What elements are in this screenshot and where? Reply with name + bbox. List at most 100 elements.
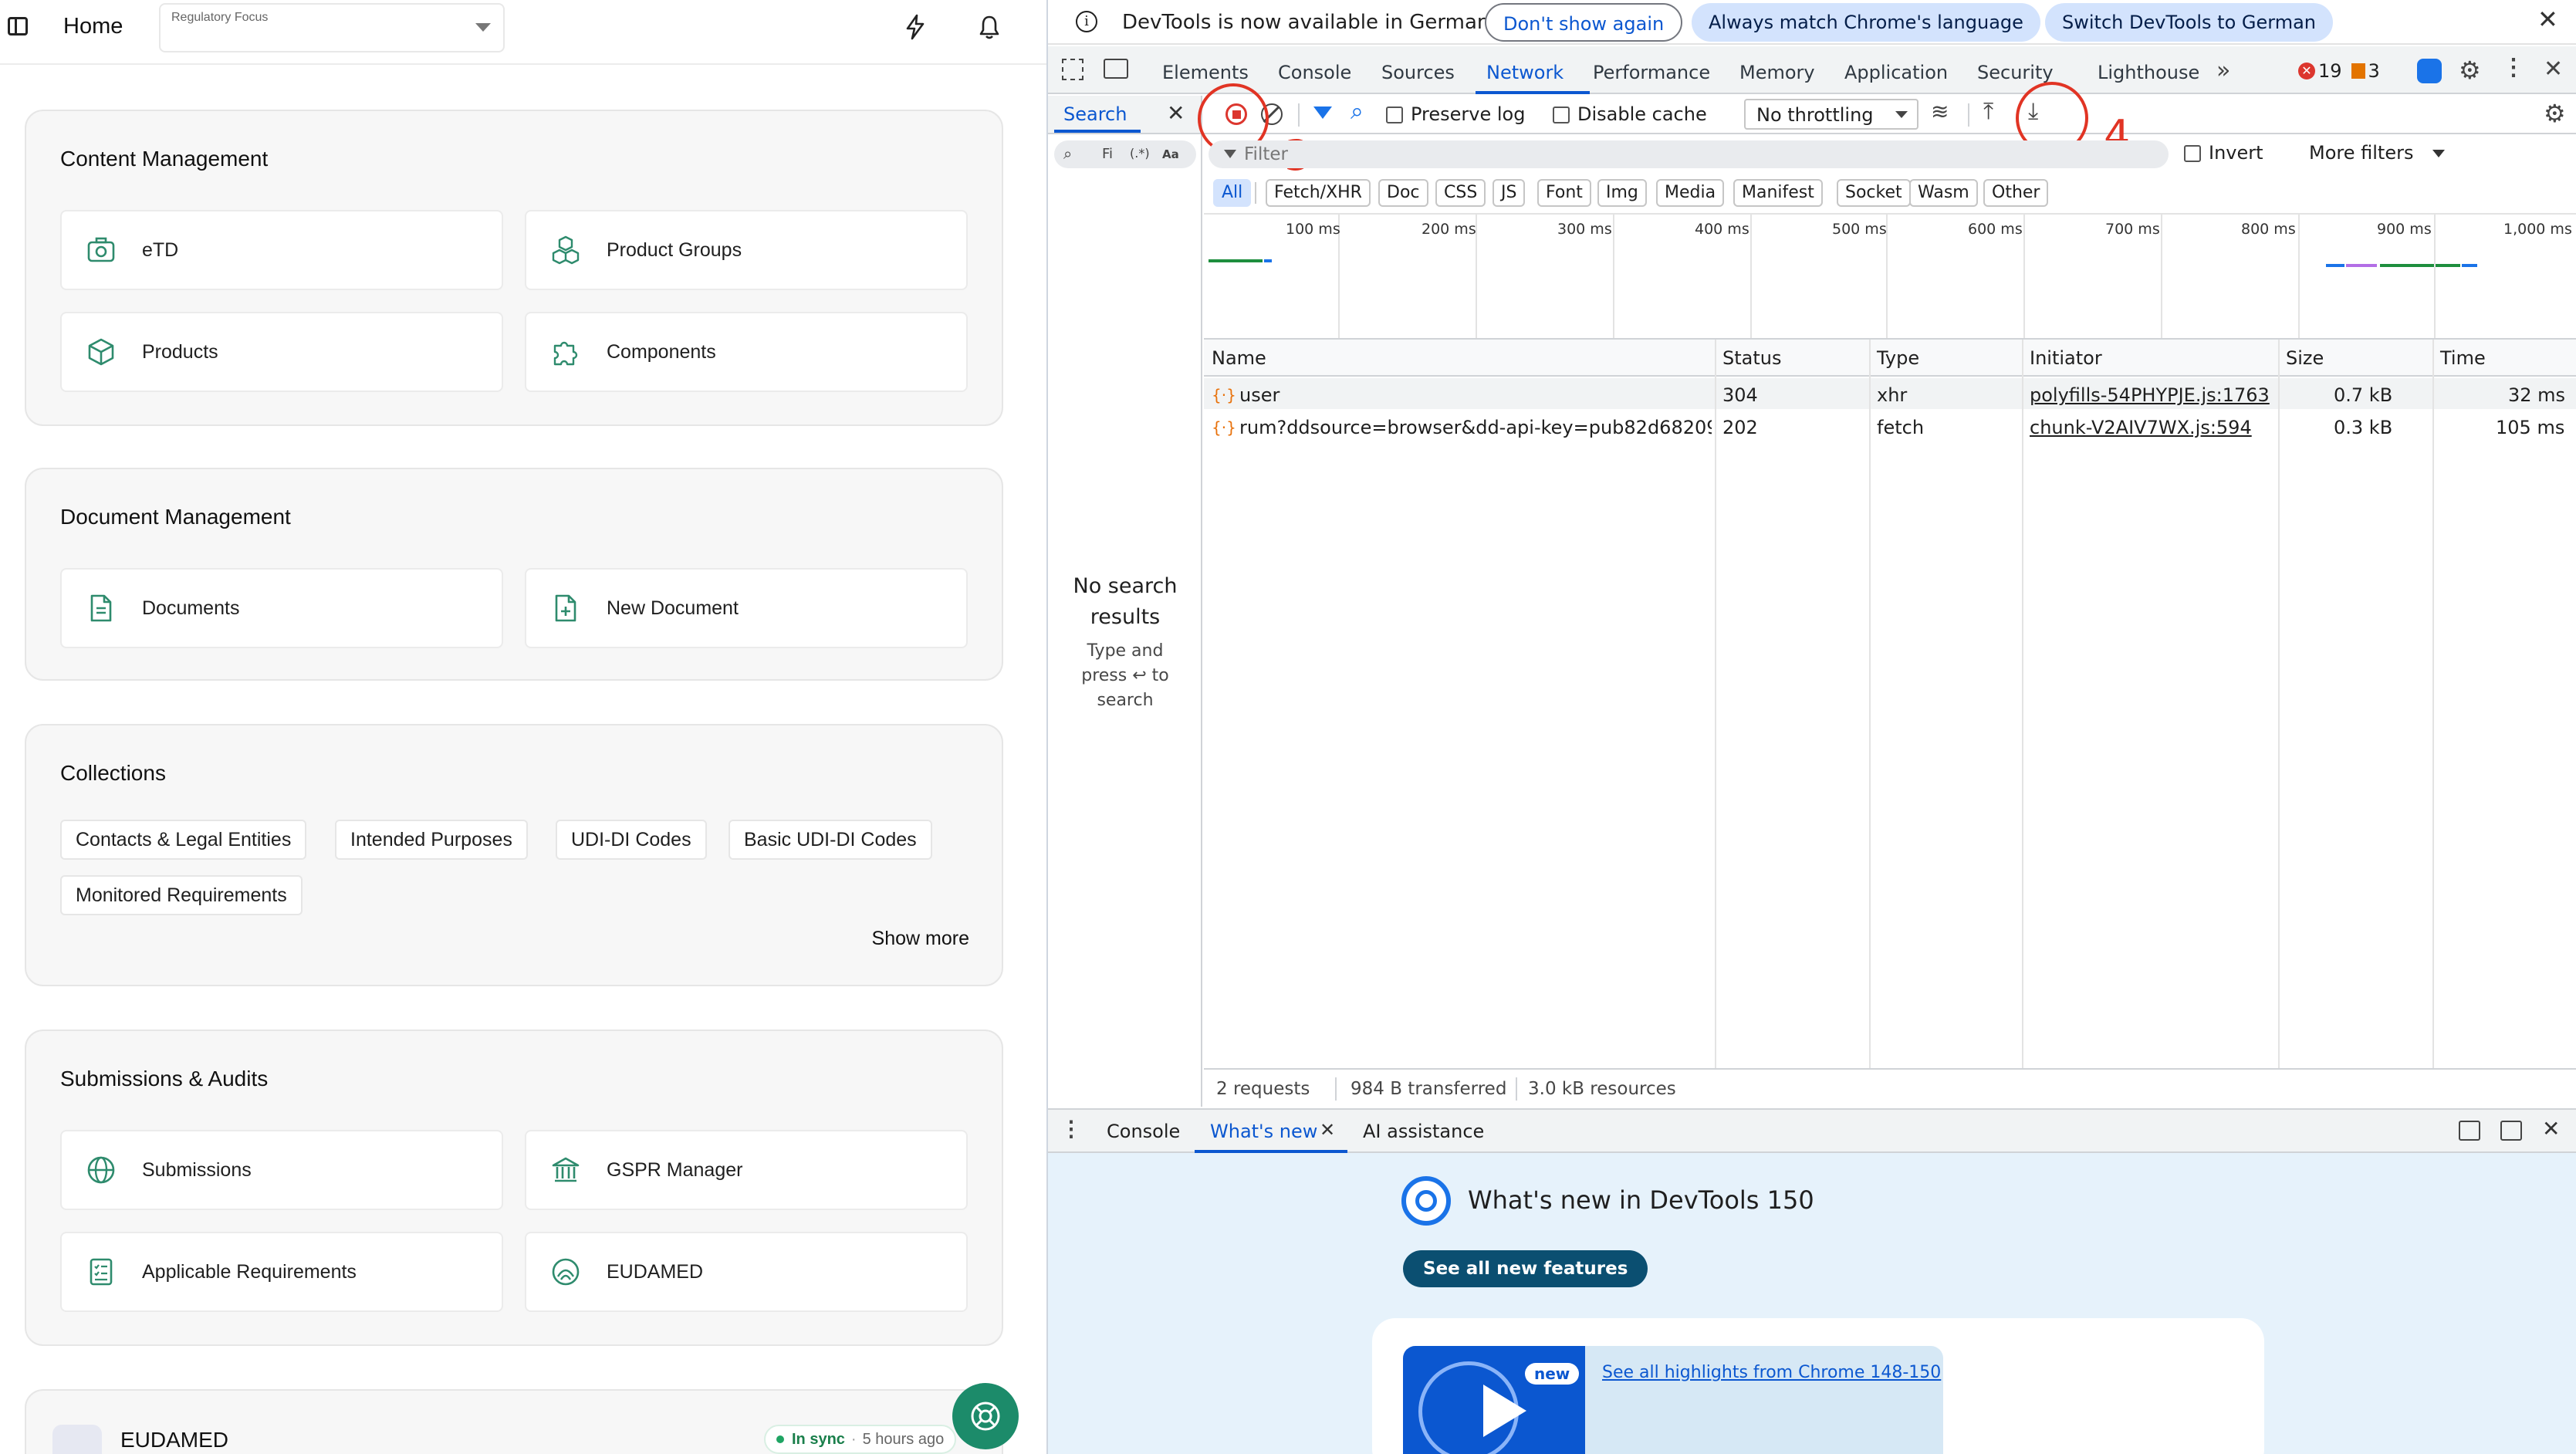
highlights-item[interactable]: new See all highlights from Chrome 148-1…: [1403, 1346, 1943, 1454]
transferred-size: 984 B transferred: [1351, 1079, 1507, 1099]
tile-products[interactable]: Products: [60, 312, 503, 392]
switch-to-german-button[interactable]: Switch DevTools to German: [2045, 3, 2334, 42]
tile-label: GSPR Manager: [607, 1158, 743, 1181]
column-status[interactable]: Status: [1722, 347, 1781, 369]
chip-intended-purposes[interactable]: Intended Purposes: [335, 820, 528, 860]
regex-option[interactable]: (.*): [1130, 146, 1150, 161]
kebab-menu-icon[interactable]: ⋮: [2502, 54, 2525, 81]
type-filter-socket[interactable]: Socket: [1837, 179, 1911, 207]
settings-gear-icon[interactable]: ⚙: [2459, 56, 2481, 85]
drawer-tab-ai-assistance[interactable]: AI assistance: [1363, 1121, 1484, 1142]
dock-side-icon[interactable]: [2459, 1121, 2480, 1141]
tab-application[interactable]: Application: [1844, 62, 1948, 83]
tab-elements[interactable]: Elements: [1162, 62, 1249, 83]
undock-drawer-icon[interactable]: [2500, 1121, 2522, 1141]
device-toolbar-icon[interactable]: [1104, 59, 1128, 79]
see-all-features-button[interactable]: See all new features: [1403, 1250, 1648, 1287]
chip-contacts[interactable]: Contacts & Legal Entities: [60, 820, 307, 860]
drawer-tab-whats-new[interactable]: What's new: [1210, 1121, 1317, 1142]
filter-input[interactable]: Filter: [1209, 140, 2169, 168]
type-filter-media[interactable]: Media: [1656, 179, 1725, 207]
type-filter-font[interactable]: Font: [1537, 179, 1591, 207]
close-search-icon[interactable]: ✕: [1167, 100, 1185, 126]
show-more-link[interactable]: Show more: [872, 928, 969, 950]
tab-sources[interactable]: Sources: [1381, 62, 1455, 83]
regulatory-focus-select[interactable]: Regulatory Focus: [159, 3, 505, 52]
always-match-language-button[interactable]: Always match Chrome's language: [1692, 3, 2040, 42]
type-filter-css[interactable]: CSS: [1435, 179, 1486, 207]
chip-basic-udi-di-codes[interactable]: Basic UDI-DI Codes: [729, 820, 932, 860]
help-fab-button[interactable]: [952, 1383, 1019, 1449]
tile-applicable-requirements[interactable]: Applicable Requirements: [60, 1232, 503, 1312]
chip-monitored-requirements[interactable]: Monitored Requirements: [60, 875, 303, 915]
search-tab[interactable]: Search: [1063, 103, 1127, 125]
column-divider: [2022, 340, 2023, 1068]
error-count-badge[interactable]: ✕ 19 3: [2298, 60, 2380, 82]
search-input[interactable]: ⌕ Fi (.*) Aa: [1054, 140, 1196, 168]
drawer-menu-icon[interactable]: ⋮: [1060, 1116, 1082, 1141]
tile-gspr-manager[interactable]: GSPR Manager: [525, 1130, 968, 1210]
type-filter-other[interactable]: Other: [1983, 179, 2049, 207]
column-initiator[interactable]: Initiator: [2030, 347, 2102, 369]
more-filters-button[interactable]: More filters: [2309, 142, 2413, 164]
row-time: 105 ms: [2496, 417, 2565, 438]
chip-udi-di-codes[interactable]: UDI-DI Codes: [556, 820, 707, 860]
inspect-element-icon[interactable]: [1062, 59, 1083, 80]
ai-assist-icon[interactable]: [2417, 59, 2442, 83]
search-network-icon[interactable]: ⌕: [1351, 99, 1364, 125]
row-initiator-link[interactable]: polyfills-54PHYPJE.js:1763: [2030, 384, 2270, 406]
close-devtools-icon[interactable]: ✕: [2544, 56, 2563, 83]
filter-funnel-icon[interactable]: [1313, 107, 1332, 119]
drawer-tab-console[interactable]: Console: [1107, 1121, 1180, 1142]
tile-eudamed[interactable]: EUDAMED: [525, 1232, 968, 1312]
dont-show-again-button[interactable]: Don't show again: [1485, 3, 1683, 42]
match-case-option[interactable]: Fi: [1102, 146, 1113, 162]
tile-new-document[interactable]: New Document: [525, 568, 968, 648]
tile-documents[interactable]: Documents: [60, 568, 503, 648]
column-name[interactable]: Name: [1212, 347, 1266, 369]
throttling-select[interactable]: No throttling: [1744, 99, 1918, 130]
tab-lighthouse[interactable]: Lighthouse: [2098, 62, 2199, 83]
tab-security[interactable]: Security: [1977, 62, 2054, 83]
tab-memory[interactable]: Memory: [1739, 62, 1815, 83]
sidebar-toggle-icon[interactable]: [8, 17, 28, 36]
type-filter-img[interactable]: Img: [1597, 179, 1647, 207]
tab-performance[interactable]: Performance: [1593, 62, 1710, 83]
row-name[interactable]: rum?ddsource=browser&dd-api-key=pub82d68…: [1239, 417, 1712, 438]
tile-etd[interactable]: eTD: [60, 210, 503, 290]
disable-cache-checkbox[interactable]: [1553, 107, 1570, 123]
network-settings-icon[interactable]: ⚙: [2544, 99, 2566, 128]
import-har-icon[interactable]: ⤒: [1983, 99, 1993, 125]
network-conditions-icon[interactable]: ≋: [1931, 99, 1949, 124]
column-size[interactable]: Size: [2286, 347, 2324, 369]
column-type[interactable]: Type: [1877, 347, 1919, 369]
more-filters-caret-icon: [2432, 150, 2445, 157]
bell-icon[interactable]: [977, 14, 1002, 44]
tile-components[interactable]: Components: [525, 312, 968, 392]
row-initiator-link[interactable]: chunk-V2AIV7WX.js:594: [2030, 417, 2252, 438]
video-thumbnail[interactable]: new: [1403, 1346, 1585, 1454]
highlights-link[interactable]: See all highlights from Chrome 148-150: [1602, 1363, 1941, 1382]
tab-network[interactable]: Network: [1486, 62, 1564, 83]
type-filter-wasm[interactable]: Wasm: [1909, 179, 1978, 207]
close-tab-icon[interactable]: ✕: [1320, 1119, 1335, 1141]
column-time[interactable]: Time: [2440, 347, 2486, 369]
row-time: 32 ms: [2508, 384, 2566, 406]
type-filter-all[interactable]: All: [1213, 179, 1252, 207]
more-tabs-icon[interactable]: »: [2216, 57, 2230, 84]
tab-console[interactable]: Console: [1278, 62, 1351, 83]
close-drawer-icon[interactable]: ✕: [2542, 1116, 2560, 1141]
preserve-log-checkbox[interactable]: [1386, 107, 1403, 123]
tile-product-groups[interactable]: Product Groups: [525, 210, 968, 290]
type-filter-doc[interactable]: Doc: [1378, 179, 1428, 207]
invert-checkbox[interactable]: [2184, 145, 2201, 162]
type-filter-js[interactable]: JS: [1493, 179, 1526, 207]
timeline-bar: [2326, 264, 2344, 267]
lightning-icon[interactable]: [903, 14, 928, 44]
type-filter-manifest[interactable]: Manifest: [1733, 179, 1823, 207]
aa-option[interactable]: Aa: [1162, 147, 1179, 161]
tile-submissions[interactable]: Submissions: [60, 1130, 503, 1210]
type-filter-fetch-xhr[interactable]: Fetch/XHR: [1266, 179, 1371, 207]
close-infobar-icon[interactable]: ✕: [2537, 5, 2558, 34]
row-name[interactable]: user: [1239, 384, 1280, 406]
